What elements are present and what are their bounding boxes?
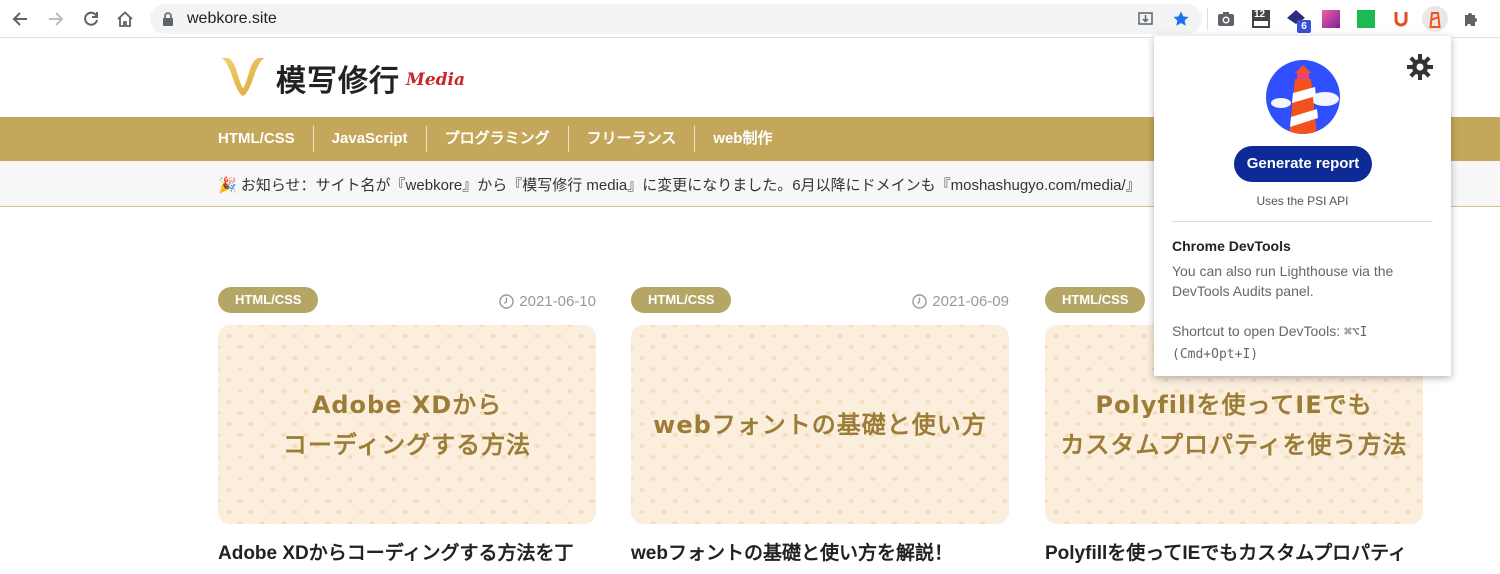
thumbnail-line: コーディングする方法 xyxy=(282,430,532,459)
reload-icon[interactable] xyxy=(79,7,103,31)
bookmark-star-icon[interactable] xyxy=(1171,9,1191,29)
lighthouse-extension-icon[interactable] xyxy=(1422,6,1448,32)
article-thumbnail[interactable]: Adobe XDから コーディングする方法 xyxy=(218,325,596,524)
layers-extension-icon[interactable]: 6 xyxy=(1285,8,1311,33)
thumbnail-line: webフォントの基礎と使い方 xyxy=(653,410,987,439)
devtools-shortcut: Shortcut to open DevTools: ⌘⌥I (Cmd+Opt+… xyxy=(1172,321,1437,365)
puzzle-icon[interactable] xyxy=(1460,8,1482,30)
logo-sub: Media xyxy=(406,70,465,90)
url-text: webkore.site xyxy=(187,10,277,27)
thumbnail-line: カスタムプロパティを使う方法 xyxy=(1060,430,1408,459)
article-title[interactable]: Adobe XDからコーディングする方法を丁 xyxy=(218,538,596,565)
post-date: 2021-06-09 xyxy=(912,293,1009,310)
camera-icon[interactable] xyxy=(1215,8,1237,30)
extension-badge: 6 xyxy=(1297,20,1311,33)
devtools-heading: Chrome DevTools xyxy=(1172,238,1291,254)
category-tag[interactable]: HTML/CSS xyxy=(631,287,732,313)
nav-item-web-production[interactable]: web制作 xyxy=(695,126,790,152)
address-bar[interactable]: webkore.site xyxy=(150,4,1202,34)
clock-icon xyxy=(499,294,514,309)
gear-icon[interactable] xyxy=(1406,53,1434,86)
generate-report-button[interactable]: Generate report xyxy=(1234,146,1372,182)
article-thumbnail[interactable]: webフォントの基礎と使い方 xyxy=(631,325,1009,524)
nav-item-freelance[interactable]: フリーランス xyxy=(569,126,696,152)
post-date-text: 2021-06-09 xyxy=(932,293,1009,310)
article-title[interactable]: Polyfillを使ってIEでもカスタムプロパティ xyxy=(1045,538,1423,565)
lock-icon xyxy=(162,12,174,31)
nav-item-programming[interactable]: プログラミング xyxy=(427,126,569,152)
shortcut-label: Shortcut to open DevTools: xyxy=(1172,323,1344,339)
divider xyxy=(1172,221,1433,222)
thumbnail-line: Polyfillを使ってIEでも xyxy=(1095,390,1373,419)
nav-item-html-css[interactable]: HTML/CSS xyxy=(200,126,314,152)
forward-icon[interactable] xyxy=(44,7,68,31)
counter-extension-number: 12 xyxy=(1254,9,1266,20)
lighthouse-popup: Generate report Uses the PSI API Chrome … xyxy=(1154,36,1451,376)
post-date: 2021-06-10 xyxy=(499,293,596,310)
devtools-description: You can also run Lighthouse via the DevT… xyxy=(1172,263,1394,299)
category-tag[interactable]: HTML/CSS xyxy=(218,287,319,313)
browser-toolbar: webkore.site 12 6 xyxy=(0,0,1500,38)
notice-text[interactable]: 🎉 お知らせ：サイト名が『webkore』から『模写修行 media』に変更にな… xyxy=(218,174,1141,195)
green-extension-icon[interactable] xyxy=(1355,8,1377,30)
lighthouse-logo-icon xyxy=(1265,59,1341,140)
site-logo[interactable]: 模写修行 Media xyxy=(218,55,465,101)
post-date-text: 2021-06-10 xyxy=(519,293,596,310)
thumbnail-line: Adobe XDから xyxy=(311,390,503,419)
clock-icon xyxy=(912,294,927,309)
toolbar-divider xyxy=(1207,8,1208,30)
counter-extension-icon[interactable]: 12 xyxy=(1250,8,1272,30)
article-title[interactable]: webフォントの基礎と使い方を解説！ xyxy=(631,538,1009,565)
shortcut-alt: (Cmd+Opt+I) xyxy=(1172,347,1259,362)
install-icon[interactable] xyxy=(1136,9,1156,29)
nav-item-javascript[interactable]: JavaScript xyxy=(314,126,427,152)
logo-text: 模写修行 xyxy=(276,64,400,99)
color-extension-icon[interactable] xyxy=(1320,8,1342,30)
home-icon[interactable] xyxy=(113,7,137,31)
shortcut-keys: ⌘⌥I xyxy=(1344,325,1368,340)
logo-mark-icon xyxy=(220,58,266,96)
ublock-icon[interactable] xyxy=(1390,8,1412,30)
back-icon[interactable] xyxy=(8,7,32,31)
category-tag[interactable]: HTML/CSS xyxy=(1045,287,1146,313)
psi-note: Uses the PSI API xyxy=(1256,194,1349,208)
